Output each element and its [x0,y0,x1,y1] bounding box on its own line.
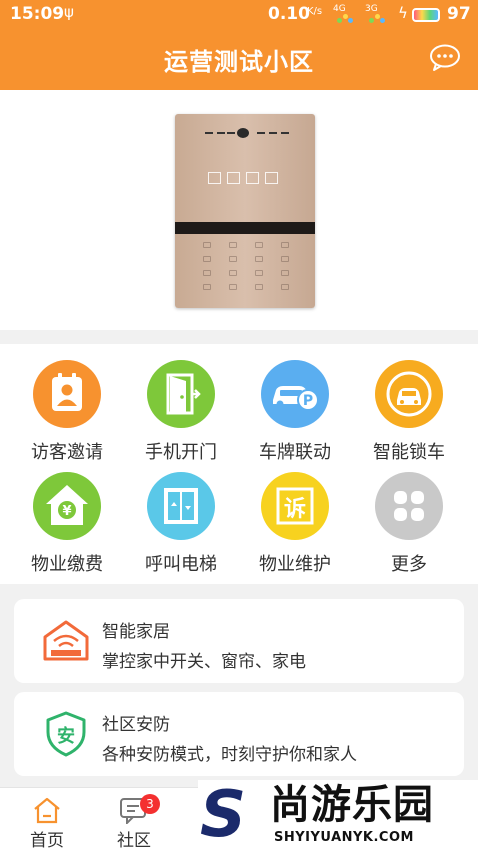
signal-4g-label: 4G [333,4,346,14]
svg-text:¥: ¥ [62,504,71,519]
feature-grid: 访客邀请 手机开门 P 车牌联动 智能锁车 ¥ 物业缴费 呼叫电梯 诉 物业维护… [0,344,478,584]
menu-property-fee-label: 物业缴费 [31,554,103,575]
signal-4g-icon [337,14,353,24]
home-icon [32,796,62,824]
watermark-logo-letter: S [200,778,247,850]
property-fee-icon: ¥ [33,472,101,540]
signal-3g-label: 3G [365,4,378,14]
menu-property-fee[interactable]: ¥ 物业缴费 [12,462,122,575]
door-open-icon [147,360,215,428]
signal-3g-icon [369,14,385,24]
notification-badge: 3 [140,794,160,814]
camera-lens [237,128,249,138]
charging-icon: ϟ [398,4,408,22]
card-smart-home[interactable]: 智能家居 掌控家中开关、窗帘、家电 [14,599,464,683]
panel-card-band [175,222,315,234]
menu-more-label: 更多 [391,554,427,575]
battery-icon [412,8,440,22]
complaint-icon: 诉 [261,472,329,540]
svg-text:诉: 诉 [284,496,306,522]
watermark-en-text: SHYIYUANYK.COM [274,830,414,845]
menu-more[interactable]: 更多 [354,462,464,575]
menu-car-lock[interactable]: 智能锁车 [354,350,464,463]
tab-home-label: 首页 [30,831,64,850]
menu-property-maintenance-label: 物业维护 [259,554,331,575]
menu-car-parking[interactable]: P 车牌联动 [240,350,350,463]
status-time: 15:09 [10,4,65,24]
car-parking-icon: P [261,360,329,428]
menu-visitor-invite-label: 访客邀请 [31,442,103,463]
menu-elevator[interactable]: 呼叫电梯 [126,462,236,575]
visitor-invite-icon [33,360,101,428]
smart-home-icon [42,617,90,665]
tab-community-label: 社区 [117,831,151,850]
site-watermark: S 尚游乐园 SHYIYUANYK.COM [198,780,478,850]
security-shield-icon: 安 [42,710,90,758]
chat-bubble-icon[interactable] [429,44,461,72]
elevator-icon [147,472,215,540]
menu-elevator-label: 呼叫电梯 [145,554,217,575]
menu-visitor-invite[interactable]: 访客邀请 [12,350,122,463]
card-security[interactable]: 安 社区安防 各种安防模式，时刻守护你和家人 [14,692,464,776]
device-banner [0,90,478,330]
network-speed: 0.10 [268,4,310,24]
svg-text:P: P [303,393,313,409]
tab-community[interactable]: 社区 [99,788,169,850]
menu-door-open-label: 手机开门 [145,442,217,463]
card-security-title: 社区安防 [102,715,170,735]
watermark-cn-text: 尚游乐园 [270,782,434,828]
status-bar: 15:09 ψ 0.10 K/s 4G 3G ϟ 97 [0,0,478,30]
usb-icon: ψ [64,3,74,21]
menu-property-maintenance[interactable]: 诉 物业维护 [240,462,350,575]
menu-door-open[interactable]: 手机开门 [126,350,236,463]
svg-text:安: 安 [57,725,75,747]
card-smart-home-subtitle: 掌控家中开关、窗帘、家电 [102,652,306,672]
card-smart-home-title: 智能家居 [102,622,170,642]
network-speed-unit: K/s [307,6,323,17]
menu-car-lock-label: 智能锁车 [373,442,445,463]
more-grid-icon [375,472,443,540]
car-lock-icon [375,360,443,428]
door-panel-image [175,114,315,308]
battery-level: 97 [447,4,471,24]
page-title: 运营测试小区 [164,48,314,76]
menu-car-parking-label: 车牌联动 [259,442,331,463]
tab-home[interactable]: 首页 [12,788,82,850]
card-security-subtitle: 各种安防模式，时刻守护你和家人 [102,745,357,765]
